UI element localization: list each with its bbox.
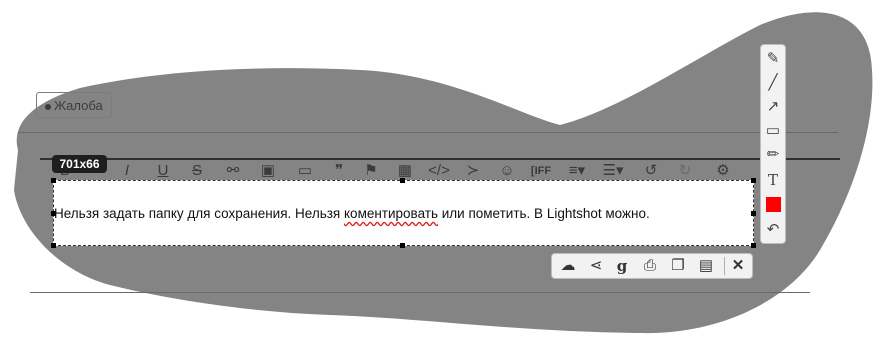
strikethrough-icon[interactable]: S: [186, 160, 208, 182]
resize-handle-right[interactable]: [751, 211, 756, 216]
rectangle-icon[interactable]: ▭: [761, 120, 785, 142]
misspelled-word: коментировать: [344, 206, 438, 221]
pen-icon[interactable]: ✎: [761, 48, 785, 70]
resize-handle-left[interactable]: [51, 211, 56, 216]
complaint-dot-icon: [45, 103, 51, 110]
video-icon[interactable]: ▭: [294, 160, 316, 182]
save-icon[interactable]: ▤: [694, 255, 718, 277]
resize-handle-top-right[interactable]: [751, 178, 756, 183]
divider: [18, 132, 838, 133]
close-icon[interactable]: ✕: [726, 255, 750, 277]
undo-icon[interactable]: ↺: [640, 160, 662, 182]
resize-handle-bottom-left[interactable]: [51, 243, 56, 248]
italic-icon[interactable]: I: [116, 160, 138, 182]
google-search-icon[interactable]: g: [610, 255, 634, 277]
copy-icon[interactable]: ❐: [666, 255, 690, 277]
print-icon[interactable]: ⎙: [638, 255, 662, 277]
share-icon[interactable]: ⋖: [584, 255, 608, 277]
text-before: Нельзя задать папку для сохранения. Нель…: [54, 206, 344, 221]
redo-icon[interactable]: ↻: [674, 160, 696, 182]
undo-icon[interactable]: ↶: [761, 219, 785, 241]
capture-selection[interactable]: Нельзя задать папку для сохранения. Нель…: [53, 180, 754, 246]
action-toolbar: ☁ ⋖ g ⎙ ❐ ▤ ✕: [551, 253, 753, 279]
quote-icon[interactable]: ❞: [328, 160, 350, 182]
code-icon[interactable]: </>: [428, 160, 450, 182]
arrow-icon[interactable]: ↗: [761, 96, 785, 118]
resize-handle-top[interactable]: [400, 178, 405, 183]
text-after: или пометить. В Lightshot можно.: [438, 206, 650, 221]
complaint-button[interactable]: Жалоба: [36, 92, 112, 118]
drawing-toolbar: ✎ ╱ ↗ ▭ ✏ T ↶: [760, 44, 786, 244]
selection-size-label: 701x66: [52, 155, 107, 173]
underline-icon[interactable]: U: [152, 160, 174, 182]
resize-handle-bottom-right[interactable]: [751, 243, 756, 248]
media-icon[interactable]: ▦: [394, 160, 416, 182]
marker-icon[interactable]: ✏: [761, 144, 785, 166]
align-icon[interactable]: ≡▾: [566, 160, 588, 182]
resize-handle-bottom[interactable]: [400, 243, 405, 248]
editor-text[interactable]: Нельзя задать папку для сохранения. Нель…: [54, 206, 650, 221]
line-icon[interactable]: ╱: [761, 72, 785, 94]
complaint-label: Жалоба: [54, 98, 103, 113]
toolbar-separator: [724, 257, 725, 275]
color-swatch[interactable]: [766, 197, 781, 212]
list-icon[interactable]: ☰▾: [602, 160, 624, 182]
bbcode-icon[interactable]: [IFF: [530, 160, 552, 182]
text-icon[interactable]: T: [761, 169, 785, 191]
resize-handle-top-left[interactable]: [51, 178, 56, 183]
smiley-icon[interactable]: ☺: [496, 160, 518, 182]
upload-icon[interactable]: ☁: [556, 255, 580, 277]
link-icon[interactable]: ⚯: [222, 160, 244, 182]
settings-icon[interactable]: ⚙: [712, 160, 734, 182]
image-icon[interactable]: ▣: [257, 160, 279, 182]
divider: [30, 292, 810, 293]
spoiler-icon[interactable]: ≻: [462, 160, 484, 182]
flag-icon[interactable]: ⚑: [360, 160, 382, 182]
